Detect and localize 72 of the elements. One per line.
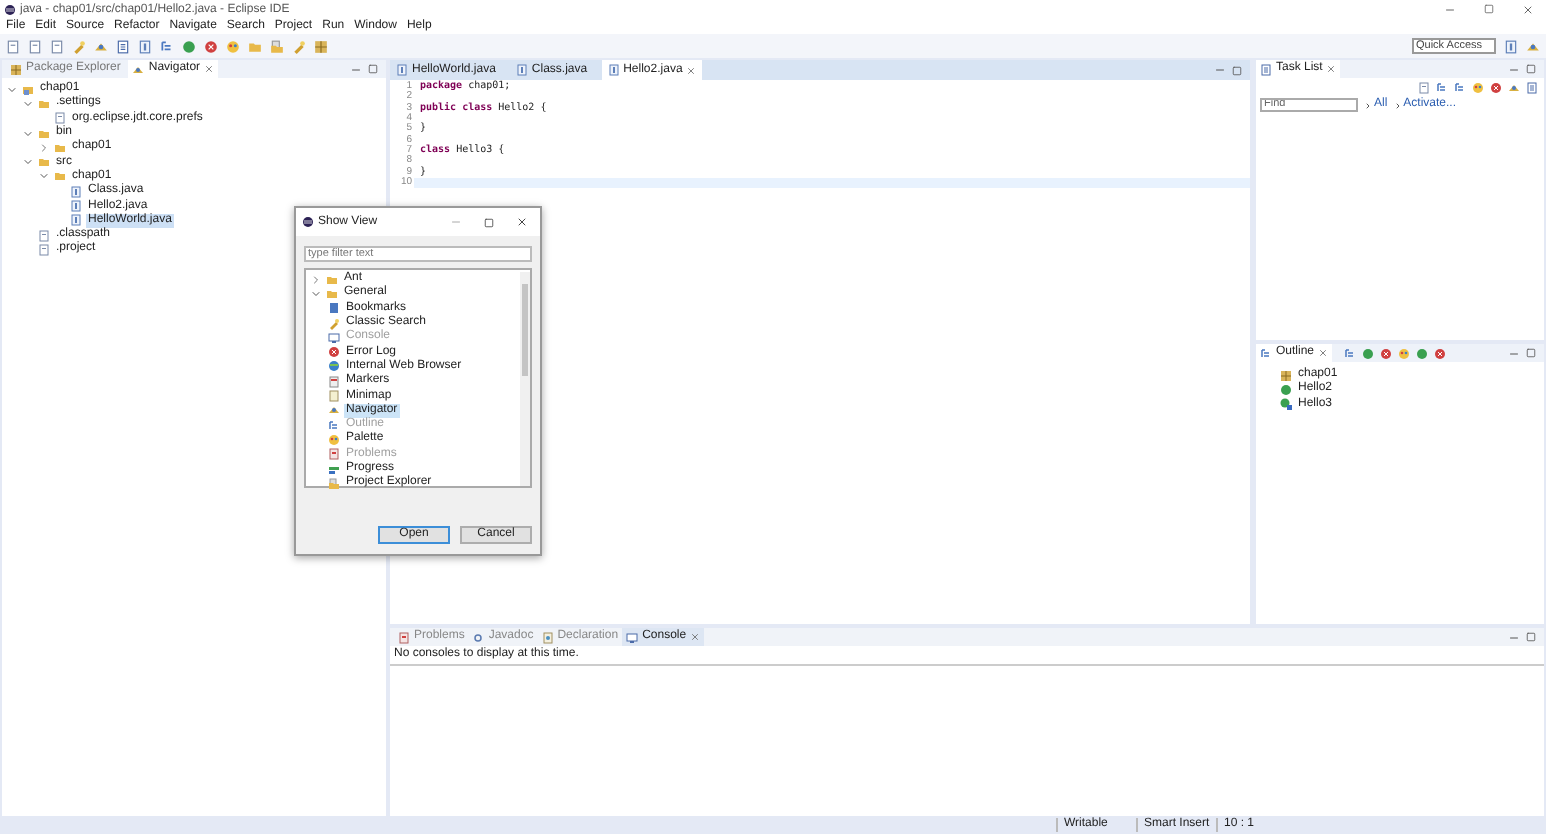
outline-icon [1260, 347, 1272, 359]
minimize-icon[interactable] [1508, 631, 1520, 643]
palette-icon [1472, 81, 1484, 93]
outline-icon [1436, 81, 1448, 93]
folder-icon [38, 97, 50, 110]
minimize-icon[interactable] [350, 63, 362, 75]
task-list-icon [1526, 81, 1538, 93]
minimize-icon[interactable] [450, 216, 462, 228]
minimap-icon [328, 390, 340, 403]
close-icon[interactable] [1522, 3, 1534, 15]
package-icon [1280, 369, 1292, 382]
folder-icon [248, 39, 262, 53]
flashlight-icon [72, 39, 86, 53]
class-icon [1362, 347, 1375, 359]
outline-icon [1454, 81, 1466, 93]
problems-icon [328, 448, 340, 461]
maximize-icon[interactable] [484, 217, 494, 227]
palette-icon [226, 39, 240, 53]
flashlight-icon [328, 317, 340, 330]
markers-icon [328, 375, 340, 388]
maximize-icon[interactable] [1484, 4, 1494, 14]
maximize-icon[interactable] [1526, 64, 1536, 74]
error-icon [204, 39, 218, 53]
progress-icon [328, 463, 340, 475]
java-file-icon [1504, 39, 1518, 53]
file-icon [6, 39, 20, 53]
task-list-icon [116, 39, 130, 53]
navigator-icon [328, 404, 340, 417]
minimize-icon[interactable] [1508, 347, 1520, 359]
problems-icon [398, 631, 410, 643]
folder-icon [270, 39, 284, 53]
minimize-icon[interactable] [1214, 64, 1226, 76]
file-icon [1418, 81, 1430, 93]
navigator-icon [1508, 81, 1520, 93]
declaration-icon [541, 631, 554, 643]
minimize-icon[interactable] [1508, 63, 1520, 75]
maximize-icon[interactable] [1526, 348, 1536, 358]
java-file-icon [396, 64, 408, 76]
bookmark-icon [328, 302, 340, 315]
navigator-icon [94, 39, 108, 53]
class-icon [1416, 347, 1429, 359]
folder-icon [328, 477, 340, 490]
scrollbar[interactable] [520, 272, 530, 486]
close-icon[interactable] [516, 216, 528, 228]
at-sign-icon [472, 631, 485, 643]
file-icon [54, 112, 66, 125]
maximize-icon[interactable] [368, 64, 378, 74]
globe-icon [328, 360, 340, 373]
file-icon [50, 39, 64, 53]
eclipse-logo-icon [302, 216, 314, 228]
class-icon [182, 39, 196, 53]
error-icon [1490, 81, 1502, 93]
java-file-icon [607, 64, 620, 76]
outline-icon [160, 39, 174, 53]
file-icon [28, 39, 42, 53]
monitor-icon [328, 331, 340, 344]
palette-icon [328, 433, 340, 446]
minimize-icon[interactable] [1444, 3, 1456, 15]
navigator-icon [132, 63, 145, 75]
outline-icon [1344, 347, 1357, 359]
maximize-icon[interactable] [1232, 65, 1242, 75]
package-icon [10, 63, 22, 75]
project-folder-icon [22, 83, 34, 96]
maximize-icon[interactable] [1526, 632, 1536, 642]
java-file-icon [138, 39, 152, 53]
navigator-icon [1526, 39, 1540, 53]
java-file-icon [515, 64, 528, 76]
outline-icon [328, 419, 340, 432]
package-icon [314, 39, 328, 53]
error-icon [328, 346, 340, 359]
palette-icon [1398, 347, 1411, 359]
flashlight-icon [292, 39, 306, 53]
